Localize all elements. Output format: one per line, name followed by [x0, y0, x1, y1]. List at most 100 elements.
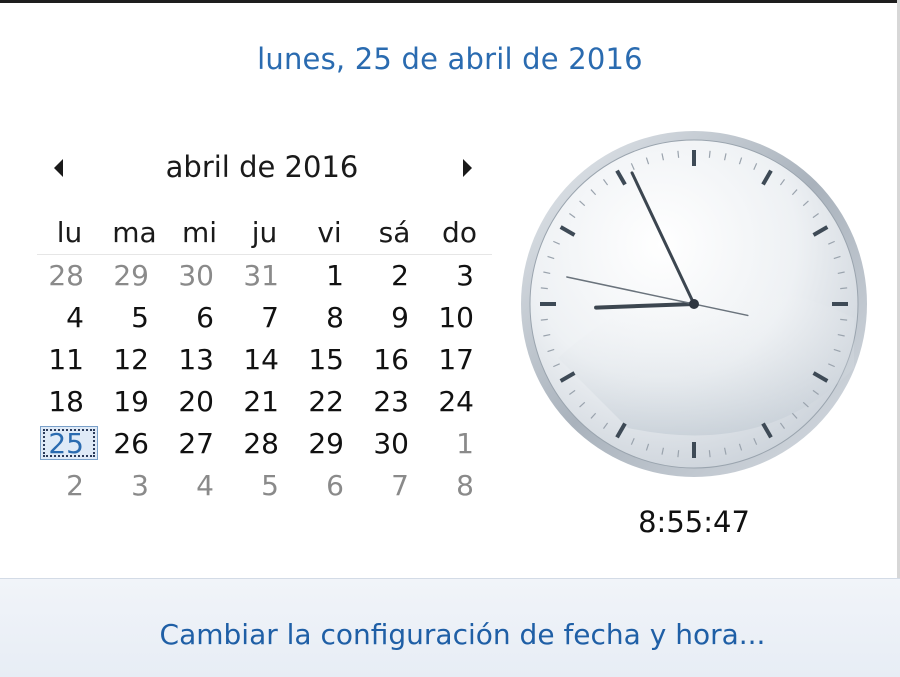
calendar-day[interactable]: 7	[232, 297, 297, 339]
calendar-day[interactable]: 29	[297, 423, 362, 465]
calendar-day[interactable]: 15	[297, 339, 362, 381]
calendar-day-number: 6	[196, 301, 214, 334]
calendar-day-number: 27	[178, 427, 214, 460]
calendar-day[interactable]: 31	[232, 255, 297, 297]
calendar-day-number: 7	[391, 469, 409, 502]
calendar-day[interactable]: 24	[427, 381, 492, 423]
calendar-day-number: 7	[261, 301, 279, 334]
calendar-day[interactable]: 17	[427, 339, 492, 381]
calendar-day-number: 23	[373, 385, 409, 418]
calendar-day-number: 16	[373, 343, 409, 376]
calendar-day[interactable]: 3	[427, 255, 492, 297]
calendar-day[interactable]: 5	[102, 297, 167, 339]
calendar-day-number: 21	[243, 385, 279, 418]
calendar-day-number: 8	[456, 469, 474, 502]
minute-tick	[840, 318, 848, 321]
minute-tick	[677, 450, 680, 458]
month-year-label[interactable]: abril de 2016	[90, 150, 434, 184]
calendar-day[interactable]: 10	[427, 297, 492, 339]
calendar-day[interactable]: 7	[362, 465, 427, 507]
calendar-day-number: 14	[243, 343, 279, 376]
calendar-day-number: 28	[48, 259, 84, 292]
calendar-day-number: 28	[243, 427, 279, 460]
calendar-day-number: 12	[113, 343, 149, 376]
clock-center-pin	[689, 299, 699, 309]
calendar-day-number: 17	[438, 343, 474, 376]
calendar-day[interactable]: 22	[297, 381, 362, 423]
long-date-header[interactable]: lunes, 25 de abril de 2016	[0, 42, 900, 76]
calendar-day[interactable]: 1	[297, 255, 362, 297]
minute-tick	[708, 150, 711, 158]
calendar-day[interactable]: 11	[37, 339, 102, 381]
calendar-day[interactable]: 23	[362, 381, 427, 423]
calendar-day[interactable]: 4	[167, 465, 232, 507]
calendar-day[interactable]: 8	[297, 297, 362, 339]
digital-time: 8:55:47	[638, 505, 750, 539]
calendar-day[interactable]: 18	[37, 381, 102, 423]
analog-clock	[521, 131, 867, 477]
calendar-day-number: 8	[326, 301, 344, 334]
calendar-day-number: 3	[131, 469, 149, 502]
date-time-flyout: lunes, 25 de abril de 2016 abril de 2016…	[0, 0, 900, 677]
minute-tick	[840, 287, 848, 290]
calendar-day[interactable]: 6	[297, 465, 362, 507]
triangle-left-icon	[54, 159, 63, 177]
next-month-button[interactable]	[458, 156, 476, 180]
calendar-day[interactable]: 2	[362, 255, 427, 297]
calendar-day-number: 13	[178, 343, 214, 376]
minute-tick	[540, 287, 548, 290]
weekday-header-row: lu ma mi ju vi sá do	[37, 212, 492, 255]
calendar-day[interactable]: 9	[362, 297, 427, 339]
calendar-day-number: 31	[243, 259, 279, 292]
calendar-day[interactable]: 20	[167, 381, 232, 423]
calendar-day-number: 11	[48, 343, 84, 376]
calendar-day[interactable]: 30	[362, 423, 427, 465]
calendar-day[interactable]: 14	[232, 339, 297, 381]
calendar-day-today[interactable]: 25	[37, 423, 102, 465]
calendar-day[interactable]: 8	[427, 465, 492, 507]
calendar-day-number: 5	[261, 469, 279, 502]
calendar-day[interactable]: 6	[167, 297, 232, 339]
calendar-day[interactable]: 3	[102, 465, 167, 507]
weekday-label: ma	[112, 216, 157, 249]
calendar-day[interactable]: 5	[232, 465, 297, 507]
minute-tick	[677, 150, 680, 158]
weekday-label: lu	[56, 216, 83, 249]
calendar-day-number: 25	[48, 427, 84, 460]
calendar-day[interactable]: 21	[232, 381, 297, 423]
calendar-day[interactable]: 13	[167, 339, 232, 381]
calendar-day[interactable]: 12	[102, 339, 167, 381]
calendar-day[interactable]: 1	[427, 423, 492, 465]
calendar-day-number: 1	[326, 259, 344, 292]
weekday-label: sá	[378, 216, 411, 249]
calendar-day-number: 26	[113, 427, 149, 460]
calendar-day[interactable]: 16	[362, 339, 427, 381]
calendar-day-number: 30	[178, 259, 214, 292]
calendar-day-number: 20	[178, 385, 214, 418]
calendar-day-number: 29	[308, 427, 344, 460]
previous-month-button[interactable]	[50, 156, 68, 180]
minute-tick	[540, 318, 548, 321]
calendar-day[interactable]: 2	[37, 465, 102, 507]
calendar-day[interactable]: 28	[232, 423, 297, 465]
calendar-day-number: 1	[456, 427, 474, 460]
calendar-day-number: 15	[308, 343, 344, 376]
calendar-day-number: 9	[391, 301, 409, 334]
calendar-day[interactable]: 28	[37, 255, 102, 297]
weekday-label: vi	[317, 216, 342, 249]
calendar-day-number: 22	[308, 385, 344, 418]
calendar-day[interactable]: 27	[167, 423, 232, 465]
calendar-day[interactable]: 26	[102, 423, 167, 465]
calendar-day-number: 24	[438, 385, 474, 418]
weekday-label: ju	[251, 216, 278, 249]
calendar-day[interactable]: 30	[167, 255, 232, 297]
change-date-time-settings-link[interactable]: Cambiar la configuración de fecha y hora…	[0, 618, 900, 651]
calendar-day-number: 19	[113, 385, 149, 418]
calendar-day-number: 6	[326, 469, 344, 502]
minute-tick	[708, 450, 711, 458]
calendar-day[interactable]: 19	[102, 381, 167, 423]
calendar-day-number: 4	[196, 469, 214, 502]
calendar-day[interactable]: 29	[102, 255, 167, 297]
calendar-day-number: 18	[48, 385, 84, 418]
calendar-day[interactable]: 4	[37, 297, 102, 339]
